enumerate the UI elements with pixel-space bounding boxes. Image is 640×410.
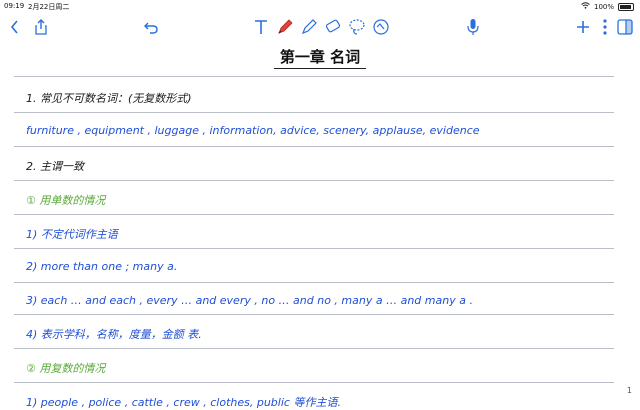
text-tool-icon[interactable] bbox=[250, 16, 272, 38]
note-line: 4) 表示学科，名称，度量，金额 表. bbox=[26, 328, 202, 341]
lasso-tool-icon[interactable] bbox=[346, 16, 368, 38]
pen-tool-icon[interactable] bbox=[274, 16, 296, 38]
ruled-line bbox=[14, 282, 614, 283]
note-line: furniture , equipment , luggage , inform… bbox=[26, 124, 480, 137]
note-line: 1) people , police , cattle , crew , clo… bbox=[26, 396, 341, 409]
toolbar bbox=[0, 12, 640, 42]
note-line: 2. 主谓一致 bbox=[26, 160, 84, 173]
ruled-line bbox=[14, 180, 614, 181]
shapes-tool-icon[interactable] bbox=[370, 16, 392, 38]
page-sidebar-icon[interactable] bbox=[614, 16, 636, 38]
ruled-line bbox=[14, 248, 614, 249]
note-line: 1. 常见不可数名词：(无复数形式) bbox=[26, 92, 192, 105]
ruled-line bbox=[14, 314, 614, 315]
note-line: 2) more than one ; many a. bbox=[26, 260, 178, 273]
ruled-line bbox=[14, 112, 614, 113]
eraser-tool-icon[interactable] bbox=[322, 16, 344, 38]
add-page-icon[interactable] bbox=[572, 16, 594, 38]
status-right: 100% bbox=[581, 2, 634, 11]
highlighter-tool-icon[interactable] bbox=[298, 16, 320, 38]
page-number: 1 bbox=[626, 386, 632, 395]
ruled-line bbox=[14, 76, 614, 77]
back-icon[interactable] bbox=[4, 16, 26, 38]
ruled-line bbox=[14, 382, 614, 383]
page-title: 第一章 名词 bbox=[0, 46, 640, 69]
ruled-line bbox=[14, 348, 614, 349]
wifi-icon bbox=[581, 2, 590, 11]
status-time: 09:19 bbox=[4, 2, 25, 10]
note-line: 1) 不定代词作主语 bbox=[26, 228, 118, 241]
undo-icon[interactable] bbox=[140, 16, 162, 38]
note-line: 3) each … and each , every … and every ,… bbox=[26, 294, 473, 307]
more-icon[interactable] bbox=[594, 16, 616, 38]
status-bar: 09:19 2月22日周二 100% bbox=[0, 0, 640, 12]
battery-icon bbox=[618, 2, 634, 11]
note-line: ① 用单数的情况 bbox=[26, 194, 106, 207]
microphone-icon[interactable] bbox=[462, 16, 484, 38]
battery-percent: 100% bbox=[593, 2, 614, 11]
page-title-text: 第一章 名词 bbox=[273, 46, 367, 69]
ruled-line bbox=[14, 214, 614, 215]
ruled-line bbox=[14, 146, 614, 147]
share-icon[interactable] bbox=[30, 16, 52, 38]
note-line: ② 用复数的情况 bbox=[26, 362, 106, 375]
status-date: 2月22日周二 bbox=[28, 3, 70, 11]
